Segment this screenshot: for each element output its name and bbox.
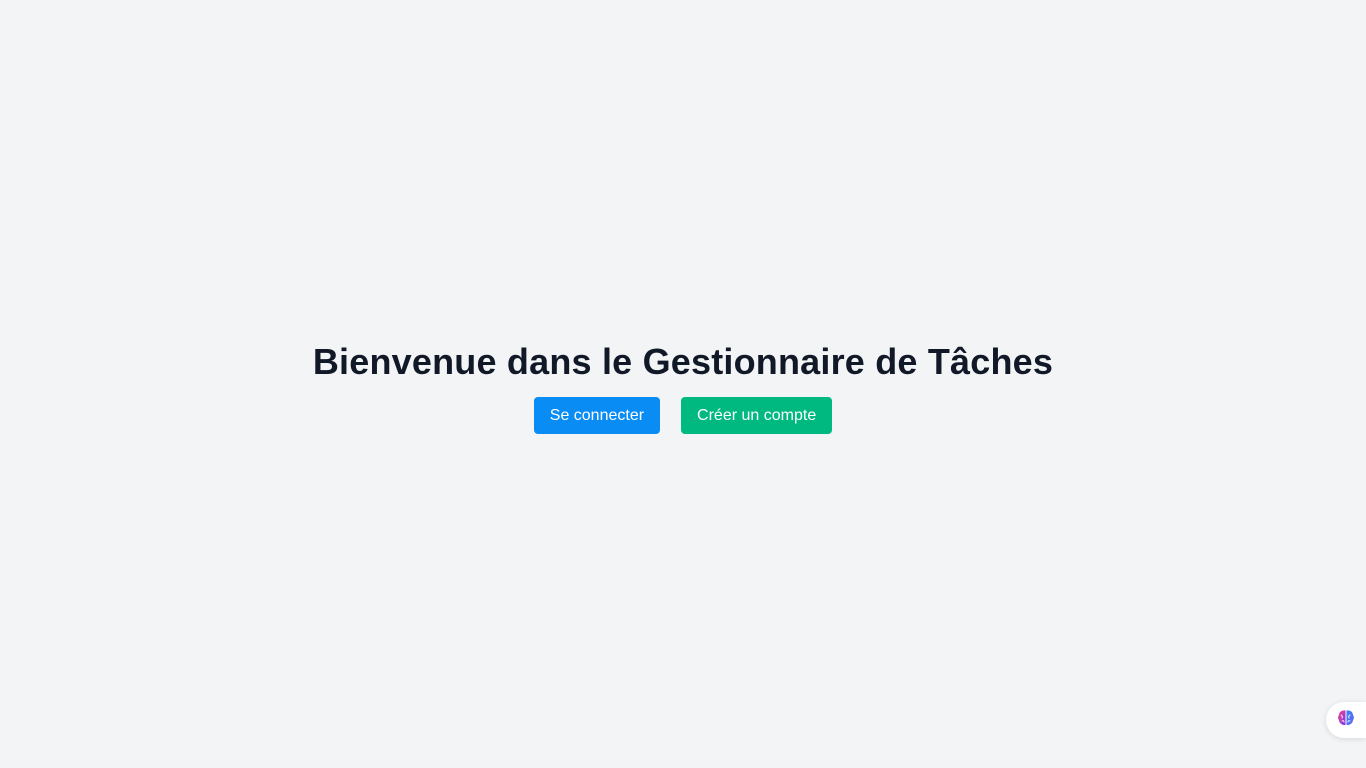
hero-section: Bienvenue dans le Gestionnaire de Tâches… (0, 338, 1366, 434)
brain-icon (1336, 708, 1356, 733)
assistant-widget-button[interactable] (1326, 702, 1366, 738)
login-button[interactable]: Se connecter (533, 397, 661, 434)
welcome-page: Bienvenue dans le Gestionnaire de Tâches… (0, 0, 1366, 768)
auth-actions: Se connecter Créer un compte (533, 397, 833, 434)
signup-button[interactable]: Créer un compte (681, 397, 833, 434)
page-title: Bienvenue dans le Gestionnaire de Tâches (312, 341, 1054, 382)
